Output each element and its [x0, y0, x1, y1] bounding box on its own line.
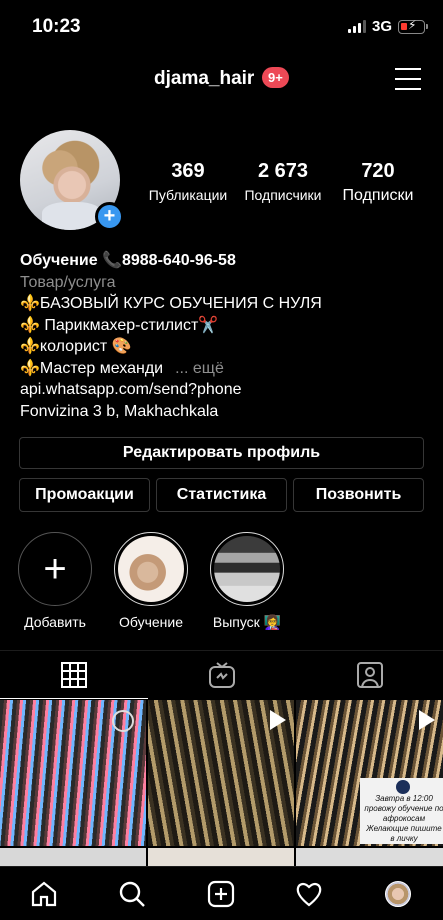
- video-play-icon: [419, 710, 435, 730]
- stat-posts[interactable]: 369 Публикации: [145, 160, 231, 203]
- status-time: 10:23: [32, 16, 81, 37]
- grid-icon: [61, 661, 87, 688]
- profile-header: djama_hair 9+: [0, 58, 443, 102]
- highlight-label: Обучение: [118, 614, 184, 630]
- grid-post[interactable]: [0, 700, 146, 846]
- stat-posts-label: Публикации: [148, 187, 228, 203]
- highlight-new[interactable]: + Добавить: [15, 532, 95, 630]
- grid-post[interactable]: [148, 700, 294, 846]
- stat-followers-label: Подписчики: [244, 187, 322, 203]
- igtv-icon: [209, 662, 235, 688]
- notification-badge: 9+: [262, 67, 289, 88]
- tagged-person-icon: [357, 662, 383, 688]
- statistics-button[interactable]: Статистика: [156, 478, 287, 512]
- tab-igtv[interactable]: [148, 651, 296, 699]
- nav-profile[interactable]: [380, 877, 416, 911]
- battery-icon: ⚡: [398, 18, 428, 34]
- video-play-icon: [270, 710, 286, 730]
- edit-profile-button[interactable]: Редактировать профиль: [19, 437, 424, 469]
- stat-following-label: Подписки: [342, 187, 414, 204]
- story-highlights: + Добавить Обучение Выпуск 👩‍🏫: [0, 532, 443, 632]
- profile-bio: Обучение 📞8988-640-96-58 Товар/услуга ⚜️…: [20, 250, 430, 422]
- nav-activity[interactable]: [291, 877, 327, 911]
- bio-website-link[interactable]: api.whatsapp.com/send?phone: [20, 379, 430, 401]
- bio-line: ⚜️колорист 🎨: [20, 338, 132, 355]
- highlight-cover-image: [214, 536, 280, 602]
- post-caption-text: Завтра в 12:00 провожу обучение по афрок…: [364, 794, 443, 843]
- stat-posts-count: 369: [171, 160, 205, 182]
- bio-more-link[interactable]: ... ещё: [175, 360, 224, 377]
- bio-line: ⚜️ Парикмахер-стилист✂️: [20, 316, 219, 334]
- profile-display-name: Обучение 📞8988-640-96-58: [20, 252, 236, 269]
- highlight-graduation[interactable]: Выпуск 👩‍🏫: [207, 532, 287, 631]
- profile-content-tabs: [0, 650, 443, 699]
- signal-strength-icon: [347, 20, 366, 33]
- tab-posts-grid[interactable]: [0, 651, 148, 699]
- tab-tagged[interactable]: [296, 651, 443, 699]
- promotions-button[interactable]: Промоакции: [19, 478, 150, 512]
- stat-followers[interactable]: 2 673 Подписчики: [238, 160, 328, 203]
- username-switcher[interactable]: djama_hair: [154, 68, 254, 90]
- stat-following-count: 720: [361, 160, 395, 182]
- highlight-training[interactable]: Обучение: [111, 532, 191, 630]
- grid-post[interactable]: Завтра в 12:00 провожу обучение по афрок…: [296, 700, 443, 846]
- status-bar: 10:23 3G ⚡: [0, 0, 443, 52]
- bio-line: ⚜️Мастер механди: [20, 359, 164, 377]
- home-icon: [31, 881, 57, 907]
- plus-icon: +: [18, 532, 92, 606]
- posts-grid: Завтра в 12:00 провожу обучение по афрок…: [0, 700, 443, 870]
- profile-avatar-icon: [385, 881, 411, 907]
- nav-new-post[interactable]: [203, 877, 239, 911]
- highlight-cover-image: [118, 536, 184, 602]
- bio-address[interactable]: Fonvizina 3 b, Makhachkala: [20, 401, 430, 423]
- call-button[interactable]: Позвонить: [293, 478, 424, 512]
- stat-following[interactable]: 720 Подписки: [333, 160, 423, 205]
- highlight-label: Выпуск 👩‍🏫: [212, 614, 282, 630]
- bottom-navigation: [0, 866, 443, 920]
- highlight-label: Добавить: [24, 614, 86, 630]
- stat-followers-count: 2 673: [257, 160, 309, 182]
- search-icon: [119, 881, 145, 907]
- profile-summary: + 369 Публикации 2 673 Подписчики 720 По…: [0, 130, 443, 231]
- bio-line: ⚜️БАЗОВЫЙ КУРС ОБУЧЕНИЯ С НУЛЯ: [20, 295, 322, 312]
- network-type: 3G: [371, 18, 392, 35]
- reel-badge-icon: [112, 710, 134, 732]
- nav-search[interactable]: [114, 877, 150, 911]
- hamburger-menu-icon[interactable]: [395, 68, 421, 90]
- nav-home[interactable]: [26, 877, 62, 911]
- new-post-icon: [207, 880, 235, 908]
- activity-heart-icon: [296, 882, 322, 907]
- profile-category: Товар/услуга: [20, 273, 116, 291]
- add-story-plus-icon[interactable]: +: [95, 202, 124, 231]
- post-caption-card: Завтра в 12:00 провожу обучение по афрок…: [360, 778, 443, 844]
- status-indicators: 3G ⚡: [347, 18, 428, 35]
